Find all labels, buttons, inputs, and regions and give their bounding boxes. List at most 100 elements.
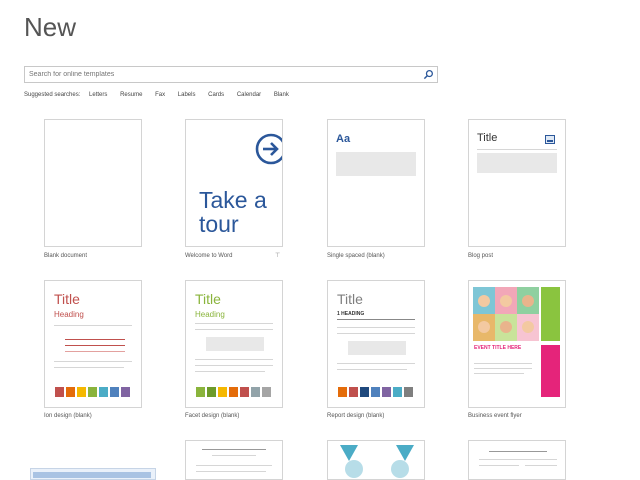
template-caption: Blog post — [468, 253, 494, 259]
divider — [337, 319, 415, 320]
text-line — [195, 323, 273, 324]
suggested-label: Suggested searches: — [24, 92, 81, 98]
text-line — [525, 465, 557, 466]
search-input[interactable] — [29, 68, 414, 81]
template-subheading: 1 HEADING — [337, 311, 365, 317]
text-line — [195, 359, 273, 360]
suggested-labels[interactable]: Labels — [178, 92, 196, 98]
suggested-calendar[interactable]: Calendar — [237, 92, 261, 98]
template-caption: Welcome to Word — [185, 253, 233, 259]
text-line — [337, 327, 415, 328]
search-box[interactable] — [24, 66, 438, 83]
suggested-letters[interactable]: Letters — [89, 92, 107, 98]
template-blog-post[interactable]: Title — [468, 119, 566, 247]
accent-line — [65, 351, 125, 352]
text-line — [479, 459, 557, 460]
text-line — [196, 471, 266, 472]
text-line — [54, 325, 132, 326]
template-single-spaced[interactable]: Aa — [327, 119, 425, 247]
tour-line-1: Take a — [199, 187, 267, 213]
color-swatches — [338, 387, 413, 397]
placeholder-block — [336, 152, 416, 176]
color-swatch — [218, 387, 227, 397]
text-line — [202, 449, 266, 450]
text-line — [195, 329, 273, 330]
divider — [477, 149, 557, 150]
suggested-searches: Suggested searches: Letters Resume Fax L… — [24, 92, 300, 98]
color-swatch — [77, 387, 86, 397]
image-icon — [545, 135, 555, 144]
text-line — [54, 361, 132, 362]
template-partial-tile[interactable] — [185, 440, 283, 480]
text-line — [195, 371, 265, 372]
template-partial-tile[interactable] — [30, 468, 156, 480]
template-caption: Ion design (blank) — [44, 413, 92, 419]
template-blank-document[interactable] — [44, 119, 142, 247]
template-report-design[interactable]: Title 1 HEADING — [327, 280, 425, 408]
pin-icon[interactable]: ⊤ — [275, 252, 280, 259]
color-swatches — [196, 387, 271, 397]
search-icon[interactable] — [423, 69, 434, 80]
template-subheading: Heading — [195, 310, 225, 319]
template-business-event-flyer[interactable]: EVENT TITLE HERE — [468, 280, 566, 408]
text-line — [54, 367, 124, 368]
text-line — [474, 368, 532, 369]
color-swatch — [229, 387, 238, 397]
accent-line — [65, 345, 125, 346]
template-heading: Title — [195, 291, 221, 307]
template-caption: Facet design (blank) — [185, 413, 240, 419]
decorative-shapes — [340, 445, 414, 478]
template-subheading: Heading — [54, 310, 84, 319]
color-swatch — [262, 387, 271, 397]
text-line — [196, 465, 272, 466]
color-swatch — [88, 387, 97, 397]
template-heading: Title — [337, 291, 363, 307]
template-partial-tile[interactable] — [468, 440, 566, 480]
flyer-headline: EVENT TITLE HERE — [474, 345, 522, 351]
header-bar — [33, 472, 151, 478]
suggested-resume[interactable]: Resume — [120, 92, 142, 98]
suggested-fax[interactable]: Fax — [155, 92, 165, 98]
template-partial-tile[interactable] — [327, 440, 425, 480]
template-caption: Business event flyer — [468, 413, 522, 419]
text-line — [195, 365, 273, 366]
color-swatch — [121, 387, 130, 397]
color-swatch — [196, 387, 205, 397]
tour-line-2: tour — [199, 211, 239, 237]
color-swatch — [371, 387, 380, 397]
text-line — [489, 451, 547, 452]
color-swatch — [251, 387, 260, 397]
flyer-photo — [473, 287, 539, 341]
template-heading: Title — [54, 291, 80, 307]
color-swatch — [110, 387, 119, 397]
color-swatch — [393, 387, 402, 397]
suggested-cards[interactable]: Cards — [208, 92, 224, 98]
template-welcome-to-word[interactable]: Take a tour — [185, 119, 283, 247]
color-swatch — [338, 387, 347, 397]
color-swatch — [66, 387, 75, 397]
text-line — [337, 363, 415, 364]
template-caption: Blank document — [44, 253, 88, 259]
template-ion-design[interactable]: Title Heading — [44, 280, 142, 408]
color-swatch — [207, 387, 216, 397]
text-line — [212, 455, 256, 456]
page-title: New — [24, 12, 77, 42]
template-caption: Single spaced (blank) — [327, 253, 385, 259]
color-swatches — [55, 387, 130, 397]
template-caption: Report design (blank) — [327, 413, 385, 419]
text-line — [479, 465, 519, 466]
template-facet-design[interactable]: Title Heading — [185, 280, 283, 408]
text-line — [474, 363, 532, 364]
color-swatch — [240, 387, 249, 397]
suggested-blank[interactable]: Blank — [274, 92, 289, 98]
text-line — [337, 369, 407, 370]
placeholder-block — [206, 337, 264, 351]
color-swatch — [404, 387, 413, 397]
flyer-pink-band — [541, 345, 560, 397]
color-swatch — [360, 387, 369, 397]
accent-line — [65, 339, 125, 340]
color-swatch — [99, 387, 108, 397]
template-heading: Title — [477, 132, 498, 144]
arrow-right-circle-icon — [255, 133, 282, 165]
color-swatch — [349, 387, 358, 397]
